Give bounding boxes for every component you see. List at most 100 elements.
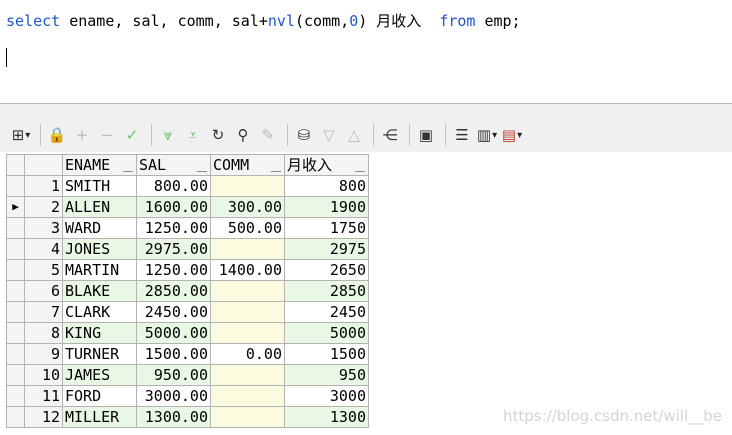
row-number[interactable]: 7 xyxy=(24,301,63,323)
cell-sal[interactable]: 1600.00 xyxy=(136,196,211,218)
cell-sal[interactable]: 5000.00 xyxy=(136,322,211,344)
find-icon[interactable]: ⚲ xyxy=(232,124,254,146)
cell-monthly-income[interactable]: 1750 xyxy=(284,217,369,239)
up-icon[interactable]: △ xyxy=(343,124,365,146)
tree-icon[interactable]: ⋲ xyxy=(379,124,401,146)
cell-monthly-income[interactable]: 2975 xyxy=(284,238,369,260)
cell-ename[interactable]: CLARK xyxy=(62,301,137,323)
sql-editor[interactable]: select ename, sal, comm, sal+nvl(comm,0)… xyxy=(0,0,732,104)
column-header-comm[interactable]: COMM xyxy=(210,154,285,176)
sort-desc-icon[interactable]: ⩔ xyxy=(157,124,179,146)
cell-comm[interactable] xyxy=(210,175,285,197)
column-header-sal[interactable]: SAL xyxy=(136,154,211,176)
table-row[interactable]: 1 SMITH 800.00 800 xyxy=(6,175,369,197)
cell-ename[interactable]: TURNER xyxy=(62,343,137,365)
remove-icon[interactable]: − xyxy=(96,124,118,146)
cell-ename[interactable]: SMITH xyxy=(62,175,137,197)
cell-comm[interactable] xyxy=(210,301,285,323)
table-icon[interactable]: ▤ xyxy=(501,124,523,146)
refresh-icon[interactable]: ↻ xyxy=(207,124,229,146)
cell-sal[interactable]: 3000.00 xyxy=(136,385,211,407)
cell-monthly-income[interactable]: 800 xyxy=(284,175,369,197)
add-icon[interactable]: + xyxy=(71,124,93,146)
row-number[interactable]: 8 xyxy=(24,322,63,344)
cell-ename[interactable]: MILLER xyxy=(62,406,137,428)
cell-monthly-income[interactable]: 950 xyxy=(284,364,369,386)
cell-sal[interactable]: 950.00 xyxy=(136,364,211,386)
cell-monthly-income[interactable]: 1300 xyxy=(284,406,369,428)
table-row[interactable]: 6 BLAKE 2850.00 2850 xyxy=(6,280,369,302)
cell-ename[interactable]: ALLEN xyxy=(62,196,137,218)
cell-sal[interactable]: 2975.00 xyxy=(136,238,211,260)
column-header-ename[interactable]: ENAME xyxy=(62,154,137,176)
row-number[interactable]: 6 xyxy=(24,280,63,302)
cell-comm[interactable] xyxy=(210,322,285,344)
table-row[interactable]: 9 TURNER 1500.00 0.00 1500 xyxy=(6,343,369,365)
cell-monthly-income[interactable]: 1500 xyxy=(284,343,369,365)
cell-comm[interactable] xyxy=(210,280,285,302)
cell-monthly-income[interactable]: 5000 xyxy=(284,322,369,344)
cell-sal[interactable]: 1250.00 xyxy=(136,217,211,239)
sort-asc-icon[interactable]: ⩡ xyxy=(182,124,204,146)
check-icon[interactable]: ✓ xyxy=(121,124,143,146)
table-row[interactable]: 11 FORD 3000.00 3000 xyxy=(6,385,369,407)
row-number[interactable]: 12 xyxy=(24,406,63,428)
row-number[interactable]: 5 xyxy=(24,259,63,281)
down-icon[interactable]: ▽ xyxy=(318,124,340,146)
cell-comm[interactable] xyxy=(210,385,285,407)
cell-ename[interactable]: MARTIN xyxy=(62,259,137,281)
column-header-monthly-income[interactable]: 月收入 xyxy=(284,154,369,176)
grid-layout-icon[interactable]: ⊞ xyxy=(10,124,32,146)
cell-monthly-income[interactable]: 2850 xyxy=(284,280,369,302)
table-row[interactable]: 10 JAMES 950.00 950 xyxy=(6,364,369,386)
cell-comm[interactable]: 0.00 xyxy=(210,343,285,365)
table-row[interactable]: 4 JONES 2975.00 2975 xyxy=(6,238,369,260)
cell-comm[interactable]: 1400.00 xyxy=(210,259,285,281)
result-grid: ENAME SAL COMM 月收入 1 SMITH 800.00 800 ▶ 2 ALLE… xyxy=(6,154,369,428)
table-row[interactable]: 8 KING 5000.00 5000 xyxy=(6,322,369,344)
cell-monthly-income[interactable]: 3000 xyxy=(284,385,369,407)
row-indicator: ▶ xyxy=(6,196,25,218)
database-icon[interactable]: ☰ xyxy=(451,124,473,146)
table-row[interactable]: 12 MILLER 1300.00 1300 xyxy=(6,406,369,428)
chart-icon[interactable]: ▥ xyxy=(476,124,498,146)
row-number[interactable]: 10 xyxy=(24,364,63,386)
cell-sal[interactable]: 1300.00 xyxy=(136,406,211,428)
row-number[interactable]: 1 xyxy=(24,175,63,197)
query-icon[interactable]: ⛁ xyxy=(293,124,315,146)
row-number[interactable]: 4 xyxy=(24,238,63,260)
lock-icon[interactable]: 🔒 xyxy=(46,124,68,146)
clear-icon[interactable]: ✎ xyxy=(257,124,279,146)
cell-ename[interactable]: JONES xyxy=(62,238,137,260)
pane-splitter[interactable] xyxy=(0,104,732,118)
cell-comm[interactable] xyxy=(210,238,285,260)
row-number[interactable]: 9 xyxy=(24,343,63,365)
cell-comm[interactable] xyxy=(210,364,285,386)
row-indicator xyxy=(6,280,25,302)
cell-monthly-income[interactable]: 2650 xyxy=(284,259,369,281)
cell-comm[interactable] xyxy=(210,406,285,428)
row-number[interactable]: 11 xyxy=(24,385,63,407)
table-row[interactable]: 7 CLARK 2450.00 2450 xyxy=(6,301,369,323)
cell-sal[interactable]: 1250.00 xyxy=(136,259,211,281)
row-number[interactable]: 3 xyxy=(24,217,63,239)
cell-ename[interactable]: WARD xyxy=(62,217,137,239)
cell-sal[interactable]: 800.00 xyxy=(136,175,211,197)
cell-monthly-income[interactable]: 1900 xyxy=(284,196,369,218)
row-number[interactable]: 2 xyxy=(24,196,63,218)
cell-sal[interactable]: 2450.00 xyxy=(136,301,211,323)
table-row[interactable]: 3 WARD 1250.00 500.00 1750 xyxy=(6,217,369,239)
sql-keyword-select: select xyxy=(6,12,61,30)
cell-ename[interactable]: BLAKE xyxy=(62,280,137,302)
save-icon[interactable]: ▣ xyxy=(415,124,437,146)
cell-ename[interactable]: JAMES xyxy=(62,364,137,386)
cell-comm[interactable]: 300.00 xyxy=(210,196,285,218)
cell-sal[interactable]: 1500.00 xyxy=(136,343,211,365)
cell-ename[interactable]: KING xyxy=(62,322,137,344)
cell-sal[interactable]: 2850.00 xyxy=(136,280,211,302)
cell-comm[interactable]: 500.00 xyxy=(210,217,285,239)
table-row[interactable]: 5 MARTIN 1250.00 1400.00 2650 xyxy=(6,259,369,281)
cell-ename[interactable]: FORD xyxy=(62,385,137,407)
cell-monthly-income[interactable]: 2450 xyxy=(284,301,369,323)
table-row[interactable]: ▶ 2 ALLEN 1600.00 300.00 1900 xyxy=(6,196,369,218)
